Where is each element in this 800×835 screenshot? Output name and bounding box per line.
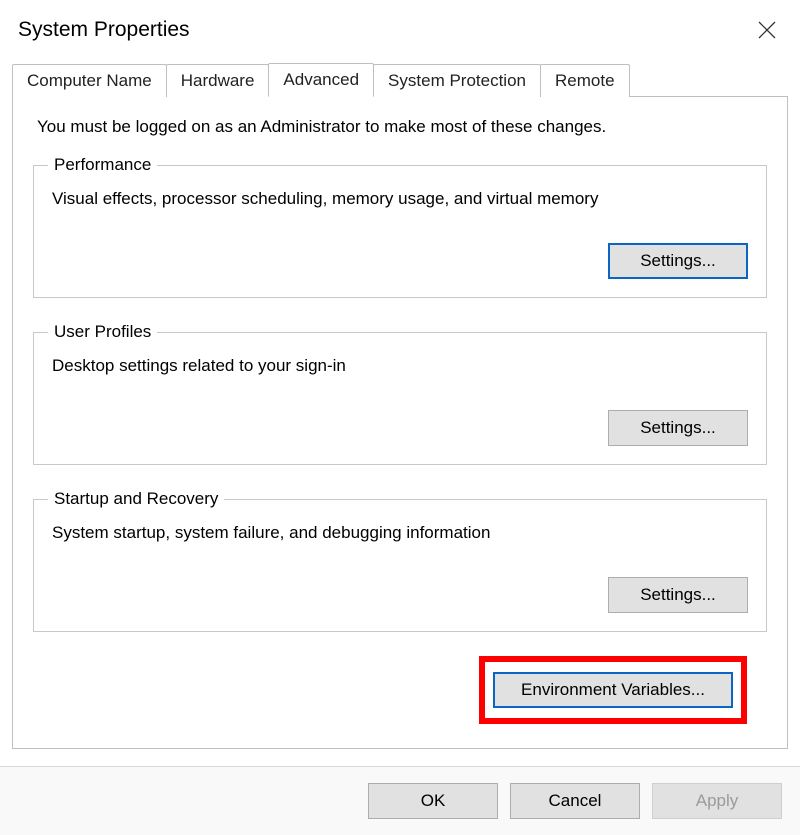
performance-desc: Visual effects, processor scheduling, me… xyxy=(52,189,748,209)
user-profiles-legend: User Profiles xyxy=(48,322,157,342)
admin-note: You must be logged on as an Administrato… xyxy=(37,117,767,137)
startup-recovery-group: Startup and Recovery System startup, sys… xyxy=(33,489,767,632)
performance-group: Performance Visual effects, processor sc… xyxy=(33,155,767,298)
advanced-panel: You must be logged on as an Administrato… xyxy=(12,96,788,749)
tab-advanced[interactable]: Advanced xyxy=(268,63,374,97)
ok-button[interactable]: OK xyxy=(368,783,498,819)
cancel-button[interactable]: Cancel xyxy=(510,783,640,819)
user-profiles-settings-button[interactable]: Settings... xyxy=(608,410,748,446)
performance-settings-button[interactable]: Settings... xyxy=(608,243,748,279)
environment-variables-button[interactable]: Environment Variables... xyxy=(493,672,733,708)
close-button[interactable] xyxy=(752,15,782,45)
tab-remote[interactable]: Remote xyxy=(540,64,630,97)
performance-legend: Performance xyxy=(48,155,157,175)
startup-recovery-legend: Startup and Recovery xyxy=(48,489,224,509)
startup-recovery-settings-button[interactable]: Settings... xyxy=(608,577,748,613)
tab-system-protection[interactable]: System Protection xyxy=(373,64,541,97)
system-properties-window: System Properties Computer Name Hardware… xyxy=(0,0,800,835)
close-icon xyxy=(758,21,776,39)
startup-recovery-desc: System startup, system failure, and debu… xyxy=(52,523,748,543)
dialog-footer: OK Cancel Apply xyxy=(0,766,800,835)
env-highlight: Environment Variables... xyxy=(479,656,747,724)
tab-computer-name[interactable]: Computer Name xyxy=(12,64,167,97)
window-title: System Properties xyxy=(18,18,190,42)
tab-hardware[interactable]: Hardware xyxy=(166,64,270,97)
tabstrip: Computer Name Hardware Advanced System P… xyxy=(12,62,788,96)
user-profiles-group: User Profiles Desktop settings related t… xyxy=(33,322,767,465)
tabs-container: Computer Name Hardware Advanced System P… xyxy=(12,62,788,749)
env-row: Environment Variables... xyxy=(33,656,747,724)
apply-button[interactable]: Apply xyxy=(652,783,782,819)
user-profiles-desc: Desktop settings related to your sign-in xyxy=(52,356,748,376)
titlebar: System Properties xyxy=(0,0,800,50)
